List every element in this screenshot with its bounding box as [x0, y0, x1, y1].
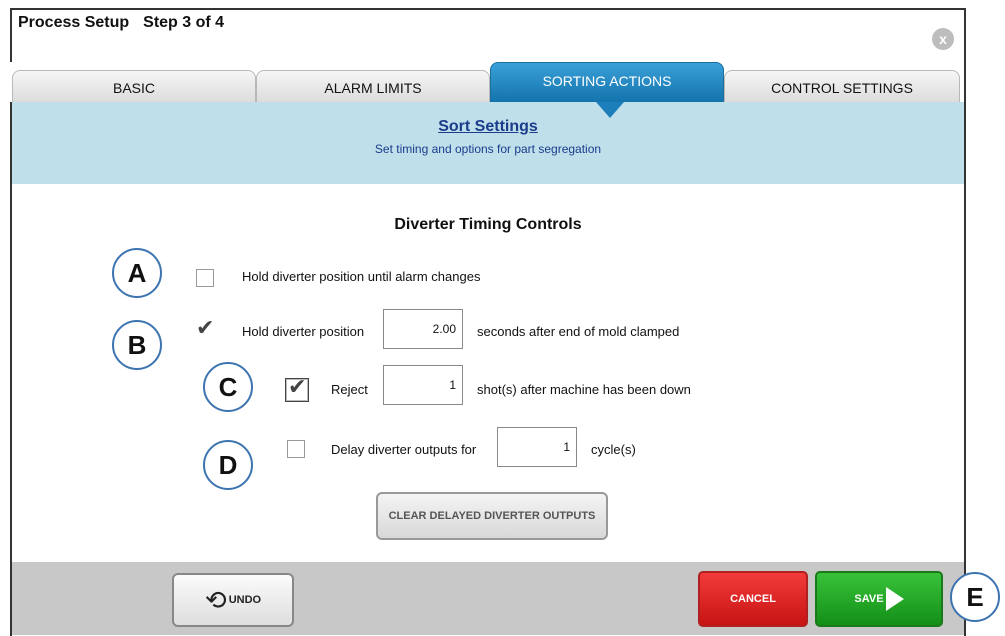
undo-icon: ⟲ [204, 585, 227, 616]
reject-suffix: shot(s) after machine has been down [477, 382, 691, 397]
tab-basic[interactable]: BASIC [12, 70, 256, 102]
checkmark-icon: ✔ [288, 374, 307, 399]
cancel-button[interactable]: CANCEL [698, 571, 808, 627]
section-banner: Sort Settings Set timing and options for… [12, 102, 964, 184]
callout-c: C [203, 362, 253, 412]
save-button[interactable]: SAVE [815, 571, 943, 627]
close-icon[interactable]: x [932, 28, 954, 50]
title-text: Process Setup [18, 14, 130, 31]
tab-sorting-actions[interactable]: SORTING ACTIONS [490, 62, 724, 102]
step-indicator: Step 3 of 4 [143, 14, 225, 31]
hold-position-seconds-input[interactable]: 2.00 [383, 309, 463, 349]
section-title: Diverter Timing Controls [394, 216, 582, 233]
arrow-right-icon [885, 587, 904, 612]
tab-alarm-limits[interactable]: ALARM LIMITS [256, 70, 490, 102]
hold-until-alarm-label: Hold diverter position until alarm chang… [242, 269, 481, 284]
reject-label: Reject [331, 382, 368, 397]
banner-subheading: Set timing and options for part segregat… [374, 142, 602, 156]
delay-outputs-suffix: cycle(s) [591, 442, 636, 457]
hold-position-label: Hold diverter position [242, 324, 365, 339]
callout-b: B [112, 320, 162, 370]
save-label: SAVE [854, 593, 884, 605]
checkmark-icon: ✔ [196, 315, 215, 340]
active-tab-pointer [596, 102, 624, 118]
undo-label: UNDO [228, 594, 262, 606]
callout-a: A [112, 248, 162, 298]
dialog-title: Process Setup Step 3 of 4 [18, 14, 224, 32]
hold-position-suffix: seconds after end of mold clamped [477, 324, 680, 339]
callout-e: E [950, 572, 1000, 622]
delay-outputs-label: Delay diverter outputs for [331, 442, 477, 457]
hold-until-alarm-checkbox[interactable] [196, 269, 214, 287]
reject-checkbox[interactable]: ✔ [285, 374, 309, 402]
clear-delayed-outputs-button[interactable]: CLEAR DELAYED DIVERTER OUTPUTS [376, 492, 608, 540]
sort-settings-link[interactable]: Sort Settings [12, 118, 964, 136]
delay-outputs-checkbox[interactable] [287, 440, 305, 458]
reject-shots-input[interactable]: 1 [383, 365, 463, 405]
undo-button[interactable]: ⟲ UNDO [172, 573, 294, 627]
tab-bar: BASIC ALARM LIMITS SORTING ACTIONS CONTR… [10, 62, 964, 102]
hold-position-checkbox[interactable]: ✔ [196, 317, 214, 339]
tab-control-settings[interactable]: CONTROL SETTINGS [724, 70, 960, 102]
callout-d: D [203, 440, 253, 490]
delay-cycles-input[interactable]: 1 [497, 427, 577, 467]
